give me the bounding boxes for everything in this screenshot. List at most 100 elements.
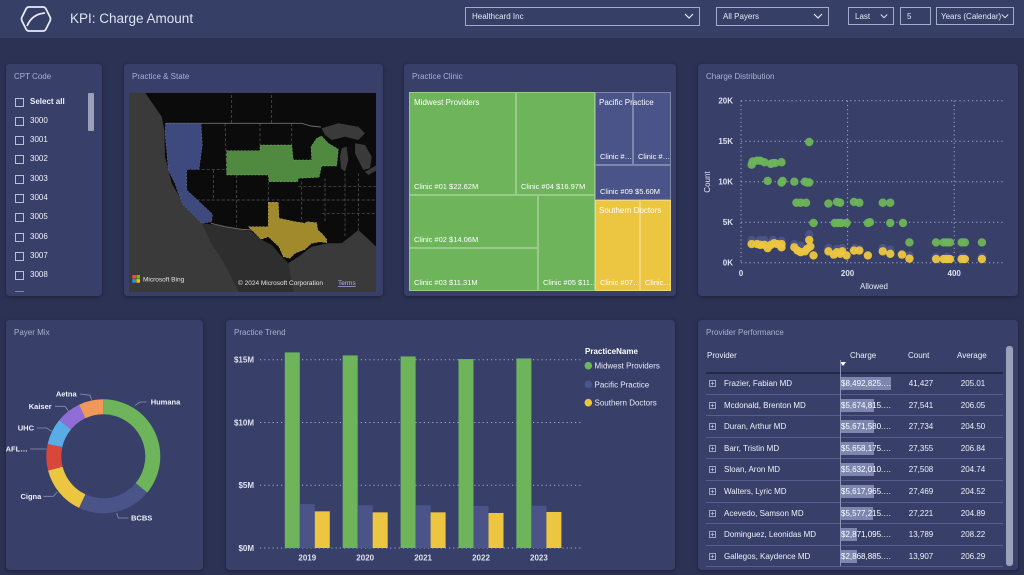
table-row[interactable]: Frazier, Fabian MD $8,492,825.… 41,427 205.… <box>706 373 1003 395</box>
bar-southern-doctors-2022[interactable] <box>488 512 504 548</box>
checkbox[interactable] <box>15 136 24 146</box>
map-terms-link[interactable]: Terms <box>338 280 356 287</box>
scatter-point-midwest-providers[interactable] <box>809 218 818 228</box>
table-row[interactable]: Walters, Lyric MD $5,617,965.… 27,469 204.5… <box>706 481 1003 503</box>
scatter-point-midwest-providers[interactable] <box>763 176 772 186</box>
expand-icon[interactable] <box>709 466 716 474</box>
period-count-input[interactable]: 5 <box>900 7 931 25</box>
legend-item-midwest-providers[interactable]: Midwest Providers <box>595 362 660 371</box>
company-dropdown[interactable]: Healthcard Inc <box>465 7 700 26</box>
slicer-scrollbar[interactable] <box>88 93 94 131</box>
scatter-point-midwest-providers[interactable] <box>931 238 941 247</box>
cpt-option[interactable]: 3006 <box>6 228 86 247</box>
column-header-average[interactable]: Average <box>957 351 987 360</box>
payer-mix-donut[interactable]: Humana BCBS Cigna AFL… UHC Kaiser Aetna <box>6 320 203 570</box>
treemap-tile[interactable]: Clinic #04 $16.97M <box>516 92 595 195</box>
bar-pacific-practice-2019[interactable] <box>299 504 315 548</box>
scatter-point-southern-doctors[interactable] <box>863 251 873 260</box>
bar-pacific-practice-2020[interactable] <box>357 505 373 548</box>
checkbox[interactable] <box>15 97 24 107</box>
scatter-point-midwest-providers[interactable] <box>805 178 814 187</box>
checkbox[interactable] <box>15 174 24 184</box>
donut-slice-afl[interactable] <box>46 443 63 471</box>
scatter-point-midwest-providers[interactable] <box>842 218 851 228</box>
legend-item-pacific-practice[interactable]: Pacific Practice <box>595 380 650 389</box>
checkbox[interactable] <box>15 116 24 126</box>
table-row[interactable]: Sloan, Aron MD $5,632,010.… 27,508 204.74 <box>706 459 1003 481</box>
expand-icon[interactable] <box>709 444 716 452</box>
treemap-tile[interactable]: Clinic #02 $14.06M <box>409 195 538 248</box>
cpt-option[interactable]: 3004 <box>6 189 86 208</box>
practice-trend-chart[interactable]: PracticeName $0M $5M $10M $15M 2019 2020 2021 2… <box>226 320 675 570</box>
cpt-option[interactable]: 3000 <box>6 112 86 131</box>
scatter-point-midwest-providers[interactable] <box>824 199 833 208</box>
donut-slice-cigna[interactable] <box>48 466 86 508</box>
scatter-point-southern-doctors[interactable] <box>842 251 851 260</box>
checkbox[interactable] <box>15 251 24 261</box>
expand-icon[interactable] <box>709 380 716 387</box>
cpt-option[interactable]: 3008 <box>6 266 86 285</box>
donut-slice-bcbs[interactable] <box>79 483 148 514</box>
scatter-point-midwest-providers[interactable] <box>801 198 811 207</box>
scatter-point-southern-doctors[interactable] <box>806 242 815 251</box>
expand-icon[interactable] <box>709 488 716 495</box>
treemap-tile[interactable]: Clinic #01 $22.62M <box>409 92 516 195</box>
bar-southern-doctors-2021[interactable] <box>430 512 446 548</box>
cpt-option[interactable]: 3002 <box>6 150 86 169</box>
column-header-provider[interactable]: Provider <box>707 351 737 360</box>
payer-dropdown[interactable]: All Payers <box>716 7 829 26</box>
scatter-point-southern-doctors[interactable] <box>960 254 970 264</box>
column-header-charge[interactable]: Charge <box>850 351 876 360</box>
scatter-point-midwest-providers[interactable] <box>865 218 875 227</box>
scatter-point-midwest-providers[interactable] <box>878 198 887 207</box>
scatter-point-southern-doctors[interactable] <box>945 254 955 264</box>
scatter-point-southern-doctors[interactable] <box>809 251 818 260</box>
table-row[interactable]: Gallegos, Kaydence MD $2,868,885.… 13,907 2… <box>706 546 1003 568</box>
scatter-point-southern-doctors[interactable] <box>878 247 887 256</box>
table-scrollbar[interactable] <box>1006 346 1013 566</box>
cpt-option[interactable]: 3003 <box>6 170 86 189</box>
scatter-point-midwest-providers[interactable] <box>977 238 987 247</box>
checkbox[interactable] <box>15 271 24 281</box>
legend-item-southern-doctors[interactable]: Southern Doctors <box>595 399 657 408</box>
table-row[interactable]: Acevedo, Samson MD $5,577,215.… 27,221 204.… <box>706 503 1003 525</box>
table-row[interactable]: Mcdonald, Brenton MD $5,674,815.… 27,541 20… <box>706 395 1003 417</box>
scatter-point-midwest-providers[interactable] <box>777 158 786 167</box>
charge-distribution-scatter[interactable]: Count Allowed 0K 5K 10K 15K 20K 0 200 400 <box>698 64 1018 296</box>
bar-pacific-practice-2022[interactable] <box>473 505 489 548</box>
bar-midwest-providers-2023[interactable] <box>516 358 532 548</box>
expand-icon[interactable] <box>709 531 716 539</box>
scatter-point-southern-doctors[interactable] <box>777 239 786 249</box>
scatter-point-southern-doctors[interactable] <box>897 250 907 259</box>
cpt-option[interactable]: 3001 <box>6 131 86 150</box>
checkbox[interactable] <box>15 213 24 223</box>
bar-midwest-providers-2019[interactable] <box>284 352 300 548</box>
checkbox[interactable] <box>15 232 24 242</box>
scatter-point-midwest-providers[interactable] <box>960 238 970 247</box>
scatter-point-midwest-providers[interactable] <box>790 177 799 186</box>
scatter-point-southern-doctors[interactable] <box>855 246 864 255</box>
scatter-point-midwest-providers[interactable] <box>805 137 814 147</box>
treemap-tile[interactable]: Clinic #09 $5.60M <box>595 165 671 200</box>
donut-slice-humana[interactable] <box>103 399 161 493</box>
scatter-point-midwest-providers[interactable] <box>855 198 864 207</box>
table-row[interactable]: Barr, Tristin MD $5,658,175.… 27,355 206.84 <box>706 438 1003 460</box>
scatter-point-southern-doctors[interactable] <box>886 249 895 258</box>
scatter-point-midwest-providers[interactable] <box>886 218 895 228</box>
bar-midwest-providers-2021[interactable] <box>400 356 416 548</box>
bar-southern-doctors-2023[interactable] <box>546 511 562 548</box>
scatter-point-midwest-providers[interactable] <box>945 238 955 247</box>
select-all-option[interactable]: Select all <box>6 93 86 112</box>
cpt-option[interactable]: 3005 <box>6 208 86 227</box>
scatter-point-midwest-providers[interactable] <box>886 198 895 207</box>
cpt-option[interactable]: 3007 <box>6 247 86 266</box>
table-row[interactable]: Duran, Arthur MD $5,671,580.… 27,734 204.50 <box>706 416 1003 438</box>
checkbox[interactable] <box>15 194 24 203</box>
bar-midwest-providers-2022[interactable] <box>458 359 474 548</box>
period-unit-dropdown[interactable]: Years (Calendar) <box>936 7 1014 25</box>
period-mode-dropdown[interactable]: Last <box>848 7 894 25</box>
treemap-tile[interactable]: Clinic #03 $11.31M <box>409 248 538 291</box>
table-row[interactable]: Dominguez, Leonidas MD $2,871,095.… 13,789… <box>706 524 1003 546</box>
scatter-point-southern-doctors[interactable] <box>931 254 941 264</box>
bar-pacific-practice-2021[interactable] <box>415 505 431 548</box>
